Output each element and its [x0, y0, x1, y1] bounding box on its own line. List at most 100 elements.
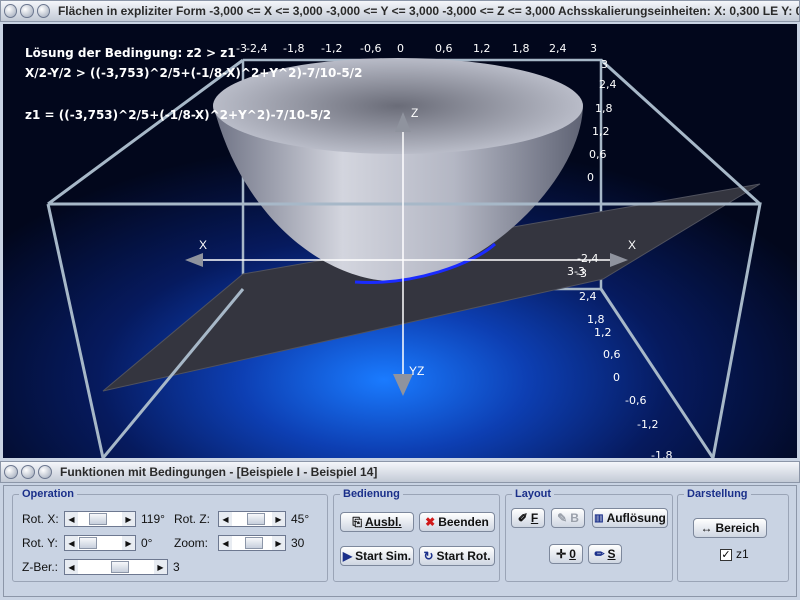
background-button[interactable]: ✎ B — [551, 508, 585, 528]
plot-window-titlebar[interactable]: Flächen in expliziter Form -3,000 <= X <… — [0, 0, 800, 22]
brush-icon: ✏ — [594, 547, 605, 561]
rot-x-slider[interactable]: ◀ ▶ — [64, 511, 136, 527]
rotate-icon: ↻ — [423, 549, 434, 563]
arrow-left-icon[interactable]: ◀ — [219, 536, 232, 550]
start-sim-label: Start Sim. — [355, 549, 412, 563]
x-axis-arrow-left — [185, 253, 203, 267]
tick-label: 1,2 — [594, 326, 612, 339]
ausblenden-label: Ausbl. — [364, 515, 402, 529]
zber-label: Z-Ber.: — [22, 560, 59, 574]
tick-label: 1,2 — [592, 125, 610, 138]
tick-label: 0 — [587, 171, 594, 184]
maximize-icon[interactable] — [36, 4, 50, 18]
maximize-icon[interactable] — [38, 465, 52, 479]
fill-color-button[interactable]: ✐ F — [511, 508, 545, 528]
arrow-left-icon[interactable]: ◀ — [219, 512, 232, 526]
beenden-button[interactable]: ✖ Beenden — [419, 512, 495, 532]
background-label: B — [570, 511, 579, 525]
window-menu-icon[interactable] — [4, 4, 18, 18]
arrow-right-icon[interactable]: ▶ — [272, 536, 285, 550]
arrow-left-icon[interactable]: ◀ — [65, 560, 78, 574]
condition-inequality: X/2-Y/2 > ((-3,753)^2/5+(-1/8-X)^2+Y^2)-… — [25, 66, 363, 80]
tick-label: 0,6 — [435, 42, 453, 55]
arrow-right-icon[interactable]: ▶ — [154, 560, 167, 574]
layout-legend: Layout — [515, 488, 552, 500]
fill-label: F — [530, 511, 539, 525]
aufloesung-button[interactable]: ▥ Auflösung — [592, 508, 668, 528]
rot-z-value: 45° — [291, 512, 310, 526]
tick-label: 0 — [397, 42, 404, 55]
operation-legend: Operation — [22, 488, 74, 500]
tick-label: -1,8 — [651, 449, 673, 458]
paint-bucket-icon: ✐ — [517, 511, 528, 525]
tick-label: -1,2 — [637, 418, 659, 431]
zoom-slider[interactable]: ◀ ▶ — [218, 535, 286, 551]
minimize-icon[interactable] — [21, 465, 35, 479]
rot-y-slider[interactable]: ◀ ▶ — [64, 535, 136, 551]
origin-label: 0 — [569, 547, 576, 561]
bedienung-legend: Bedienung — [343, 488, 400, 500]
shading-label: S — [607, 547, 616, 561]
resolution-icon: ▥ — [594, 512, 604, 524]
origin-button[interactable]: ✛ 0 — [549, 544, 583, 564]
tick-label: 1,8 — [587, 313, 605, 326]
tick-label: 0,6 — [589, 148, 607, 161]
minimize-icon[interactable] — [20, 4, 34, 18]
tick-label: 1,2 — [473, 42, 491, 55]
slider-thumb[interactable] — [247, 513, 265, 525]
hide-icon: ⎘ — [352, 514, 362, 529]
yz-axis-label: YZ — [409, 364, 425, 378]
bereich-button[interactable]: ↔ Bereich — [693, 518, 767, 538]
x-axis-label-left: X — [199, 238, 208, 252]
range-icon: ↔ — [700, 521, 713, 535]
tick-label: -0,6 — [625, 394, 647, 407]
window-menu-icon[interactable] — [4, 465, 18, 479]
control-window-title: Funktionen mit Bedingungen - [Beispiele … — [60, 465, 378, 479]
arrow-right-icon[interactable]: ▶ — [272, 512, 285, 526]
z1-checkbox[interactable]: ✓ — [720, 549, 732, 561]
plot-graphic — [46, 58, 762, 458]
tick-label: 2,4 — [599, 78, 617, 91]
zber-value: 3 — [173, 560, 180, 574]
plot-canvas[interactable]: Lösung der Bedingung: z2 > z1 X/2-Y/2 > … — [3, 24, 797, 458]
start-rot-label: Start Rot. — [436, 549, 491, 563]
start-rot-button[interactable]: ↻ Start Rot. — [419, 546, 495, 566]
zber-slider[interactable]: ◀ ▶ — [64, 559, 168, 575]
bedienung-group: Bedienung — [333, 488, 500, 582]
z-axis-label: Z — [411, 106, 419, 120]
layout-group: Layout — [505, 488, 673, 582]
tick-label: -2,4 — [577, 252, 599, 265]
ausblenden-button[interactable]: ⎘ Ausbl. — [340, 512, 414, 532]
darstellung-legend: Darstellung — [687, 488, 748, 500]
slider-thumb[interactable] — [89, 513, 107, 525]
slider-thumb[interactable] — [79, 537, 97, 549]
equation-text: z1 = ((-3,753)^2/5+(-1/8-X)^2+Y^2)-7/10-… — [25, 108, 332, 122]
control-window-titlebar[interactable]: Funktionen mit Bedingungen - [Beispiele … — [0, 461, 800, 483]
tick-label: -1,2 — [321, 42, 343, 55]
play-icon: ▶ — [342, 549, 353, 563]
control-panel: Operation Rot. X: ◀ ▶ 119° Rot. Z: ◀ ▶ 4… — [3, 485, 797, 597]
rot-x-value: 119° — [141, 512, 165, 526]
arrow-right-icon[interactable]: ▶ — [122, 512, 135, 526]
arrow-right-icon[interactable]: ▶ — [122, 536, 135, 550]
plot-window-title: Flächen in expliziter Form -3,000 <= X <… — [57, 4, 800, 18]
rot-x-label: Rot. X: — [22, 512, 59, 526]
tick-label: -1,8 — [283, 42, 305, 55]
tick-label: 0 — [613, 371, 620, 384]
tick-label: 2,4 — [579, 290, 597, 303]
tick-label: 3 — [590, 42, 597, 55]
shading-button[interactable]: ✏ S — [588, 544, 622, 564]
rot-y-value: 0° — [141, 536, 153, 550]
tick-label: -0,6 — [360, 42, 382, 55]
aufloesung-label: Auflösung — [606, 511, 666, 525]
start-sim-button[interactable]: ▶ Start Sim. — [340, 546, 414, 566]
slider-thumb[interactable] — [111, 561, 129, 573]
bereich-label: Bereich — [715, 521, 760, 535]
slider-thumb[interactable] — [245, 537, 263, 549]
arrow-left-icon[interactable]: ◀ — [65, 512, 78, 526]
tick-label: -2,4 — [246, 42, 268, 55]
arrow-left-icon[interactable]: ◀ — [65, 536, 78, 550]
z1-label: z1 — [736, 547, 749, 561]
zoom-value: 30 — [291, 536, 305, 550]
rot-z-slider[interactable]: ◀ ▶ — [218, 511, 286, 527]
